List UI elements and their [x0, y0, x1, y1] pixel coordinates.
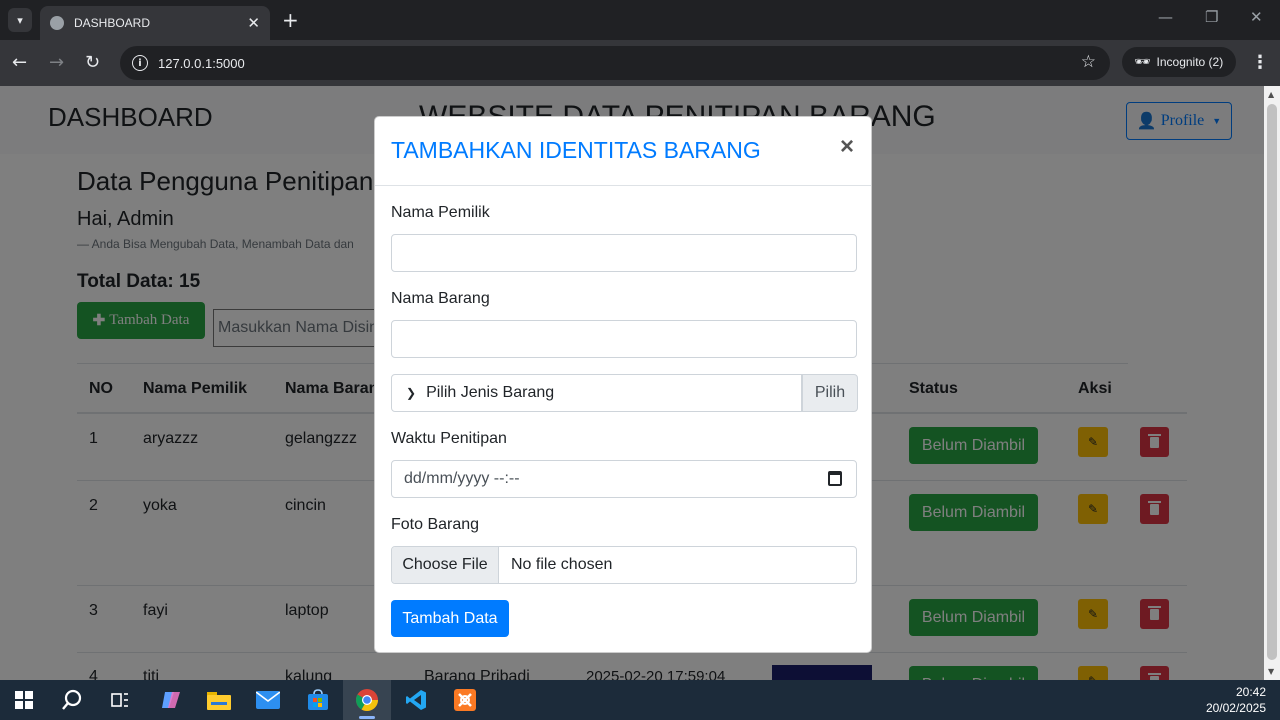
item-type-select[interactable]: ❯ Pilih Jenis Barang — [391, 374, 802, 412]
scroll-down-icon[interactable]: ▼ — [1268, 667, 1274, 676]
globe-icon — [50, 16, 64, 30]
mail-icon[interactable] — [256, 688, 280, 712]
tab-title: DASHBOARD — [74, 16, 151, 30]
item-type-selected: Pilih Jenis Barang — [426, 384, 555, 401]
xampp-icon[interactable] — [453, 688, 477, 712]
page-viewport: DASHBOARD WEBSITE DATA PENITIPAN BARANG … — [0, 86, 1264, 680]
clock-date: 20/02/2025 — [1205, 701, 1266, 715]
browser-menu-icon[interactable]: ⋮ — [1251, 52, 1269, 73]
time-input[interactable]: dd/mm/yyyy --:-- — [391, 460, 857, 498]
restore-icon[interactable]: ❐ — [1205, 8, 1218, 26]
chevron-down-icon: ❯ — [406, 386, 417, 400]
modal-header: TAMBAHKAN IDENTITAS BARANG × — [375, 117, 871, 186]
task-view-icon[interactable] — [108, 688, 132, 712]
bookmark-star-icon[interactable]: ☆ — [1081, 52, 1096, 72]
incognito-indicator[interactable]: 🕶 Incognito (2) — [1122, 47, 1236, 77]
search-icon[interactable] — [60, 688, 84, 712]
owner-input[interactable] — [391, 234, 857, 272]
new-tab-plus-icon[interactable]: + — [282, 8, 299, 32]
file-explorer-icon[interactable] — [207, 688, 231, 712]
incognito-label: Incognito (2) — [1156, 55, 1224, 69]
url-text: 127.0.0.1:5000 — [158, 55, 245, 71]
time-label: Waktu Penitipan — [391, 430, 507, 447]
store-icon[interactable] — [306, 688, 330, 712]
incognito-icon: 🕶 — [1134, 54, 1151, 69]
address-bar[interactable]: i 127.0.0.1:5000 ☆ — [120, 46, 1110, 80]
browser-toolbar: ← → ↻ i 127.0.0.1:5000 ☆ — [0, 40, 1280, 86]
minimize-icon[interactable]: — — [1158, 8, 1173, 26]
submit-button[interactable]: Tambah Data — [391, 600, 509, 637]
back-arrow-icon[interactable]: ← — [12, 51, 27, 75]
add-item-modal: TAMBAHKAN IDENTITAS BARANG × Nama Pemili… — [374, 116, 872, 653]
time-placeholder: dd/mm/yyyy --:-- — [404, 470, 520, 487]
forward-arrow-icon[interactable]: → — [49, 51, 64, 75]
scrollbar-thumb[interactable] — [1267, 104, 1277, 660]
tab-close-icon[interactable]: ✕ — [247, 14, 260, 32]
calendar-icon[interactable] — [828, 471, 842, 486]
chrome-icon[interactable] — [355, 688, 379, 712]
modal-title: TAMBAHKAN IDENTITAS BARANG — [391, 137, 761, 163]
window-close-icon[interactable]: ✕ — [1250, 8, 1263, 26]
page-scrollbar[interactable]: ▲ ▼ — [1264, 86, 1280, 680]
copilot-icon[interactable] — [159, 688, 183, 712]
no-file-text: No file chosen — [511, 556, 613, 573]
item-type-addon: Pilih — [802, 374, 858, 412]
photo-file-input[interactable]: Choose File No file chosen — [391, 546, 857, 584]
reload-icon[interactable]: ↻ — [85, 51, 100, 75]
item-type-group: ❯ Pilih Jenis Barang Pilih — [391, 374, 858, 412]
scroll-up-icon[interactable]: ▲ — [1268, 90, 1274, 99]
vscode-icon[interactable] — [404, 688, 428, 712]
system-clock[interactable]: 20:42 20/02/2025 — [1206, 684, 1266, 716]
choose-file-button[interactable]: Choose File — [392, 547, 499, 583]
clock-time: 20:42 — [1235, 685, 1266, 699]
windows-start-icon[interactable] — [12, 688, 36, 712]
active-indicator — [359, 716, 375, 719]
browser-tab[interactable]: DASHBOARD ✕ — [40, 6, 270, 40]
site-info-icon[interactable]: i — [132, 55, 148, 71]
photo-label: Foto Barang — [391, 516, 480, 533]
browser-titlebar: ▾ DASHBOARD ✕ + — ❐ ✕ — [0, 0, 1280, 40]
windows-taskbar: 20:42 20/02/2025 — [0, 680, 1280, 720]
modal-close-icon[interactable]: × — [840, 135, 854, 159]
item-label: Nama Barang — [391, 290, 490, 307]
item-input[interactable] — [391, 320, 857, 358]
owner-label: Nama Pemilik — [391, 204, 490, 221]
tab-search-chevron-icon[interactable]: ▾ — [8, 8, 32, 32]
